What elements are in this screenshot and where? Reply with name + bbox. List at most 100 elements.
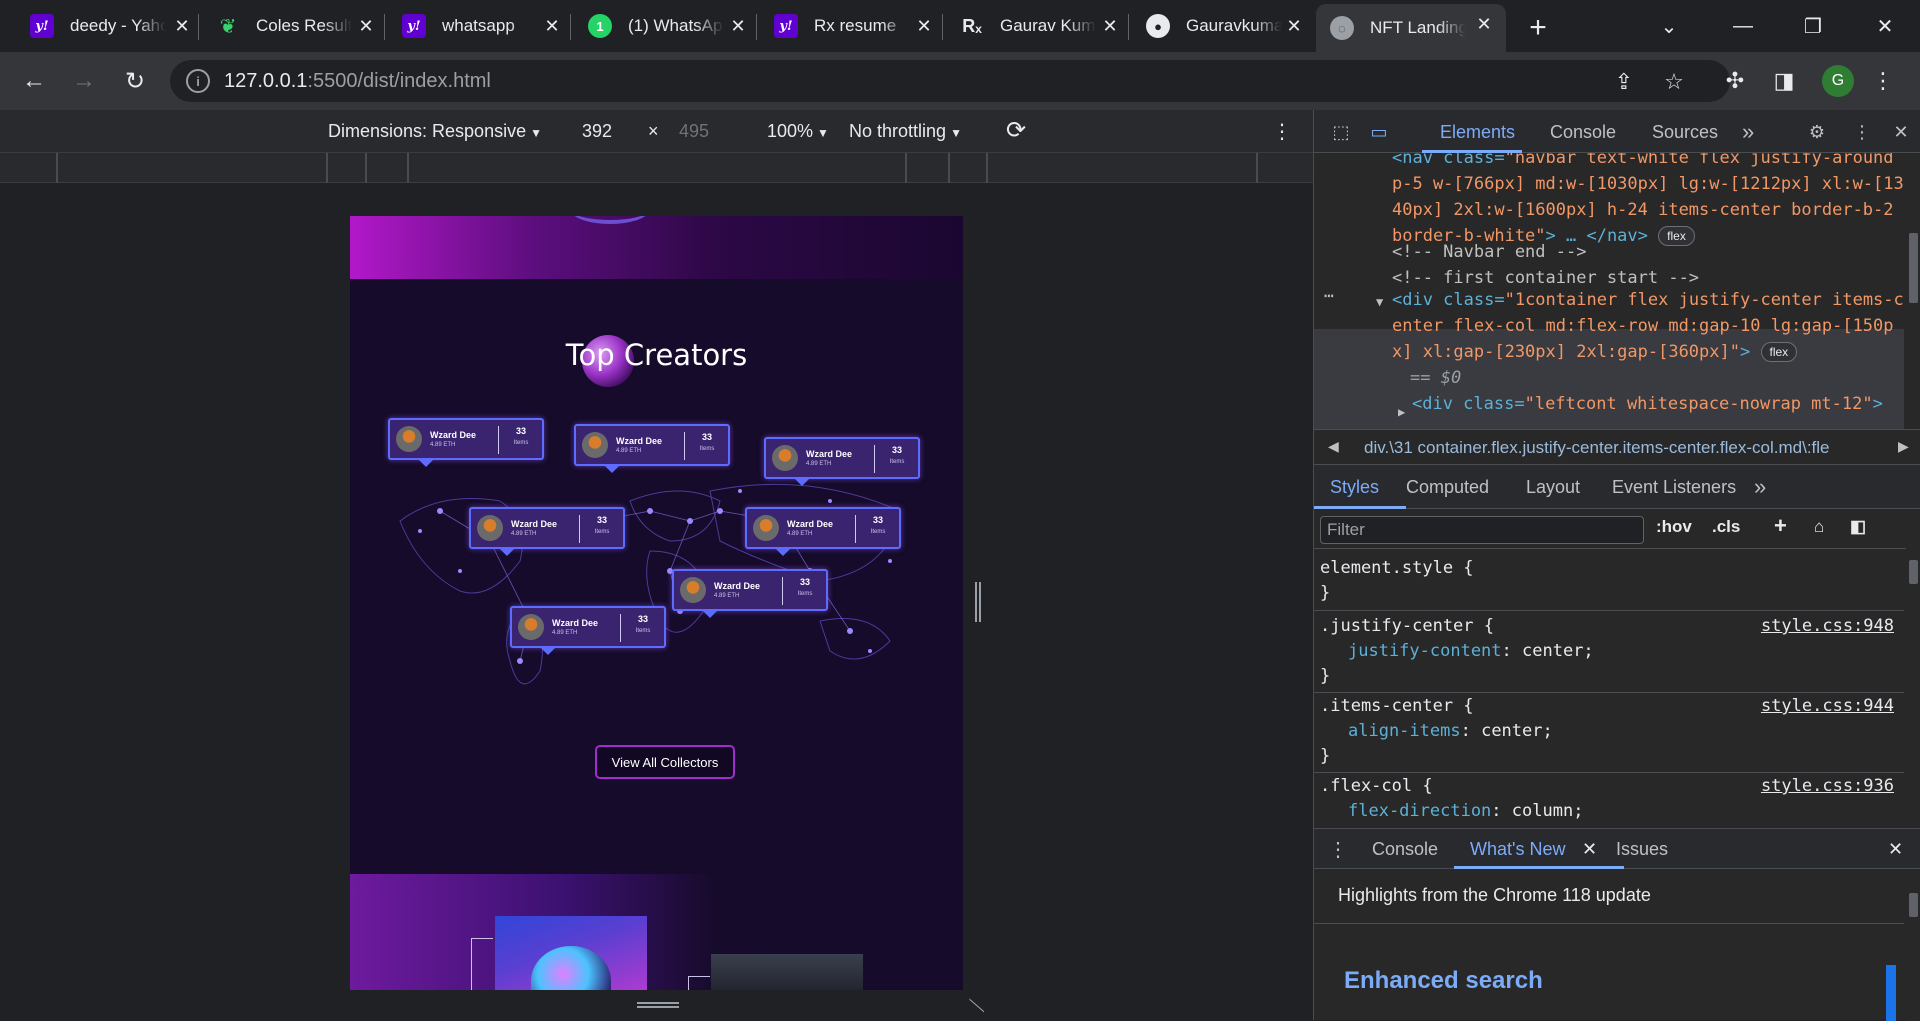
dom-node-nav[interactable]: <nav class="navbar text-white flex justi… [1392,153,1904,249]
dom-node-container[interactable]: <div class="1container flex justify-cent… [1392,287,1904,365]
collapse-triangle-icon[interactable]: ▶ [1398,399,1405,425]
close-tab-icon[interactable]: ✕ [726,14,750,38]
bookmark-star-icon[interactable]: ☆ [1660,68,1688,96]
device-toggle-icon[interactable]: ▭ [1366,120,1392,144]
subtab-styles[interactable]: Styles [1330,477,1379,498]
css-property[interactable]: justify-content [1348,641,1502,661]
creator-card[interactable]: Wzard Dee 4.89 ETH 33 Items [510,606,666,655]
breadcrumb-text[interactable]: div.\31 container.flex.justify-center.it… [1364,438,1884,458]
scroll-thumb[interactable] [1909,893,1918,917]
subtab-computed[interactable]: Computed [1406,477,1489,498]
css-property[interactable]: align-items [1348,721,1461,741]
back-arrow-icon[interactable]: ← [17,64,51,98]
drawer-tab-issues[interactable]: Issues [1616,839,1668,860]
css-value[interactable]: center; [1481,721,1553,741]
more-subtabs-icon[interactable]: » [1754,474,1766,500]
resize-corner-icon[interactable]: ⟋ [964,999,987,1013]
width-input[interactable]: 392 [582,121,612,142]
close-whats-new-icon[interactable]: ✕ [1582,839,1597,860]
rule-source-link[interactable]: style.css:936 [1761,774,1894,799]
address-bar[interactable]: i 127.0.0.1:5500/dist/index.html ⇪ ☆ [170,60,1730,102]
reload-icon[interactable]: ↻ [118,64,152,98]
devtools-menu-icon[interactable]: ⋮ [1849,120,1875,144]
new-rule-plus-icon[interactable]: + [1774,513,1787,539]
more-tabs-icon[interactable]: » [1742,119,1754,145]
style-rule[interactable]: .items-center { style.css:944 align-item… [1320,694,1900,769]
close-tab-icon[interactable]: ✕ [540,14,564,38]
throttle-dropdown[interactable]: No throttling ▼ [849,121,962,142]
close-drawer-icon[interactable]: ✕ [1888,839,1903,860]
browser-tab[interactable]: y! deedy - Yahoo ✕ [16,6,204,46]
dom-comment[interactable]: <!-- Navbar end --> [1392,239,1904,265]
browser-tab[interactable]: y! Rx resume ✕ [760,6,946,46]
drawer-tab-console[interactable]: Console [1372,839,1438,860]
rule-source-link[interactable]: style.css:948 [1761,614,1894,639]
toggle-sidebar-icon[interactable]: ◧ [1850,517,1866,537]
creator-card[interactable]: Wzard Dee 4.89 ETH 33 Items [764,437,920,486]
side-panel-icon[interactable]: ◨ [1767,64,1801,98]
new-tab-plus-icon[interactable]: + [1520,10,1556,46]
drawer-scrollbar[interactable] [1906,869,1920,1021]
hov-toggle[interactable]: :hov [1656,517,1692,537]
drawer-menu-icon[interactable]: ⋮ [1328,837,1348,862]
profile-avatar[interactable]: G [1822,65,1854,97]
expand-triangle-icon[interactable]: ▼ [1376,289,1383,315]
styles-scrollbar[interactable] [1906,530,1920,828]
close-tab-icon[interactable]: ✕ [1282,14,1306,38]
scroll-thumb[interactable] [1909,233,1918,303]
height-input[interactable]: 495 [679,121,709,142]
browser-tab-active[interactable]: ◌ NFT Landing ✕ [1316,4,1506,52]
style-rule[interactable]: .justify-center { style.css:948 justify-… [1320,614,1900,689]
more-menu-icon[interactable]: ⋮ [1866,64,1900,98]
rule-source-link[interactable]: style.css:944 [1761,694,1894,719]
styles-filter-input[interactable]: Filter [1320,516,1644,544]
css-property[interactable]: flex-direction [1348,801,1491,821]
extensions-puzzle-icon[interactable]: ✣ [1718,64,1752,98]
inspect-element-icon[interactable]: ⬚ [1328,120,1354,144]
dom-node-leftcont[interactable]: <div class="leftcont whitespace-nowrap m… [1412,391,1904,417]
tab-console[interactable]: Console [1550,122,1616,143]
minimize-icon[interactable]: — [1723,8,1763,44]
css-value[interactable]: center; [1522,641,1594,661]
dimensions-dropdown[interactable]: Dimensions: Responsive ▼ [328,121,542,142]
resize-handle-bottom[interactable] [637,1002,679,1008]
elements-scrollbar[interactable] [1906,153,1920,429]
device-more-icon[interactable]: ⋮ [1272,119,1292,144]
creator-card[interactable]: Wzard Dee 4.89 ETH 33 Items [388,418,544,467]
cls-toggle[interactable]: .cls [1712,517,1740,537]
breadcrumb-right-icon[interactable]: ▶ [1898,438,1909,455]
subtab-layout[interactable]: Layout [1526,477,1580,498]
restore-icon[interactable]: ❐ [1793,8,1833,44]
creator-card[interactable]: Wzard Dee 4.89 ETH 33 Items [574,424,730,473]
drawer-tab-whats-new[interactable]: What's New [1470,839,1565,860]
creator-card[interactable]: Wzard Dee 4.89 ETH 33 Items [469,507,625,556]
browser-tab[interactable]: ● Gauravkumar ✕ [1132,6,1316,46]
flex-badge[interactable]: flex [1760,342,1798,362]
close-tab-icon[interactable]: ✕ [912,14,936,38]
view-all-collectors-button[interactable]: View All Collectors [595,745,735,779]
close-window-icon[interactable]: ✕ [1865,8,1905,44]
forward-arrow-icon[interactable]: → [67,64,101,98]
featured-artwork-image[interactable] [495,916,647,990]
whats-new-headline[interactable]: Enhanced search [1344,967,1543,995]
browser-tab[interactable]: Rₓ Gaurav Kumar ✕ [946,6,1132,46]
tab-elements[interactable]: Elements [1440,122,1515,143]
close-tab-icon[interactable]: ✕ [354,14,378,38]
tab-search-chevron-icon[interactable]: ⌄ [1649,8,1689,44]
site-info-icon[interactable]: i [186,69,210,93]
subtab-event-listeners[interactable]: Event Listeners [1612,477,1736,498]
node-actions-ellipsis-icon[interactable]: ⋯ [1324,283,1334,309]
paint-brush-icon[interactable]: ⌂ [1814,517,1824,537]
browser-tab[interactable]: 1 (1) WhatsApp ✕ [574,6,760,46]
creator-card[interactable]: Wzard Dee 4.89 ETH 33 Items [672,569,828,618]
settings-gear-icon[interactable]: ⚙ [1804,120,1830,144]
creator-card[interactable]: Wzard Dee 4.89 ETH 33 Items [745,507,901,556]
browser-tab[interactable]: y! whatsapp ✕ [388,6,574,46]
tab-sources[interactable]: Sources [1652,122,1718,143]
style-rule[interactable]: element.style { } [1320,556,1900,606]
close-devtools-icon[interactable]: ✕ [1888,120,1914,144]
secondary-artwork-image[interactable] [711,954,863,990]
rotate-icon[interactable]: ⟳ [1006,116,1026,145]
close-tab-icon[interactable]: ✕ [170,14,194,38]
browser-tab[interactable]: ❦ Coles Results ✕ [202,6,388,46]
